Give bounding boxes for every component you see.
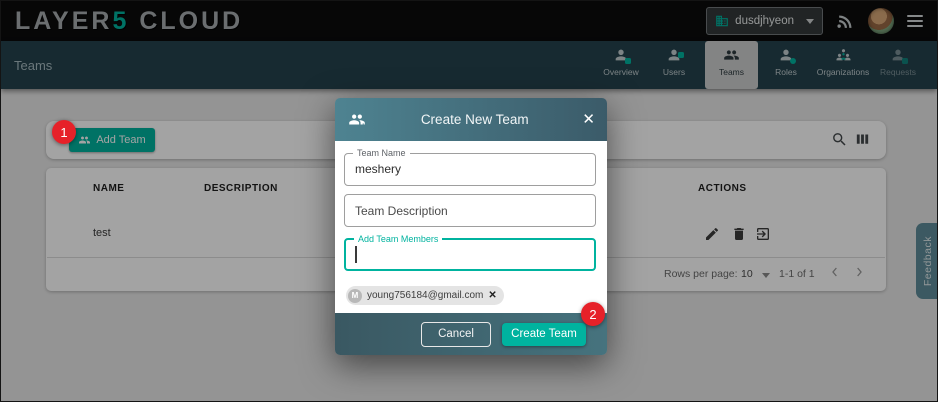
team-description-field[interactable]: Team Description bbox=[344, 194, 596, 227]
member-chip-remove-icon[interactable]: ✕ bbox=[488, 290, 496, 301]
team-name-value: meshery bbox=[355, 162, 401, 176]
step-1-badge: 1 bbox=[52, 120, 76, 144]
add-team-members-label: Add Team Members bbox=[354, 234, 442, 244]
dialog-body: Team Name meshery Team Description Add T… bbox=[335, 141, 607, 313]
app-window: LAYER5CLOUD dusdjhyeon Teams Overview bbox=[0, 0, 938, 402]
dialog-title: Create New Team bbox=[367, 112, 582, 127]
cancel-button[interactable]: Cancel bbox=[421, 322, 491, 347]
team-name-field[interactable]: Team Name meshery bbox=[344, 153, 596, 186]
team-name-label: Team Name bbox=[353, 148, 410, 158]
close-icon[interactable]: ✕ bbox=[582, 112, 595, 127]
team-description-placeholder: Team Description bbox=[355, 204, 448, 218]
member-chip-avatar: M bbox=[348, 289, 362, 303]
dialog-group-icon bbox=[347, 111, 367, 128]
create-team-button[interactable]: Create Team bbox=[502, 323, 586, 346]
text-cursor bbox=[355, 246, 357, 263]
dialog-footer: Cancel Create Team bbox=[335, 313, 607, 355]
member-chip[interactable]: M young756184@gmail.com ✕ bbox=[346, 286, 504, 305]
dialog-header: Create New Team ✕ bbox=[335, 98, 607, 141]
member-chip-email: young756184@gmail.com bbox=[367, 290, 483, 301]
add-team-members-field[interactable]: Add Team Members bbox=[344, 238, 596, 271]
create-new-team-dialog: Create New Team ✕ Team Name meshery Team… bbox=[335, 98, 607, 355]
step-2-badge: 2 bbox=[581, 302, 605, 326]
